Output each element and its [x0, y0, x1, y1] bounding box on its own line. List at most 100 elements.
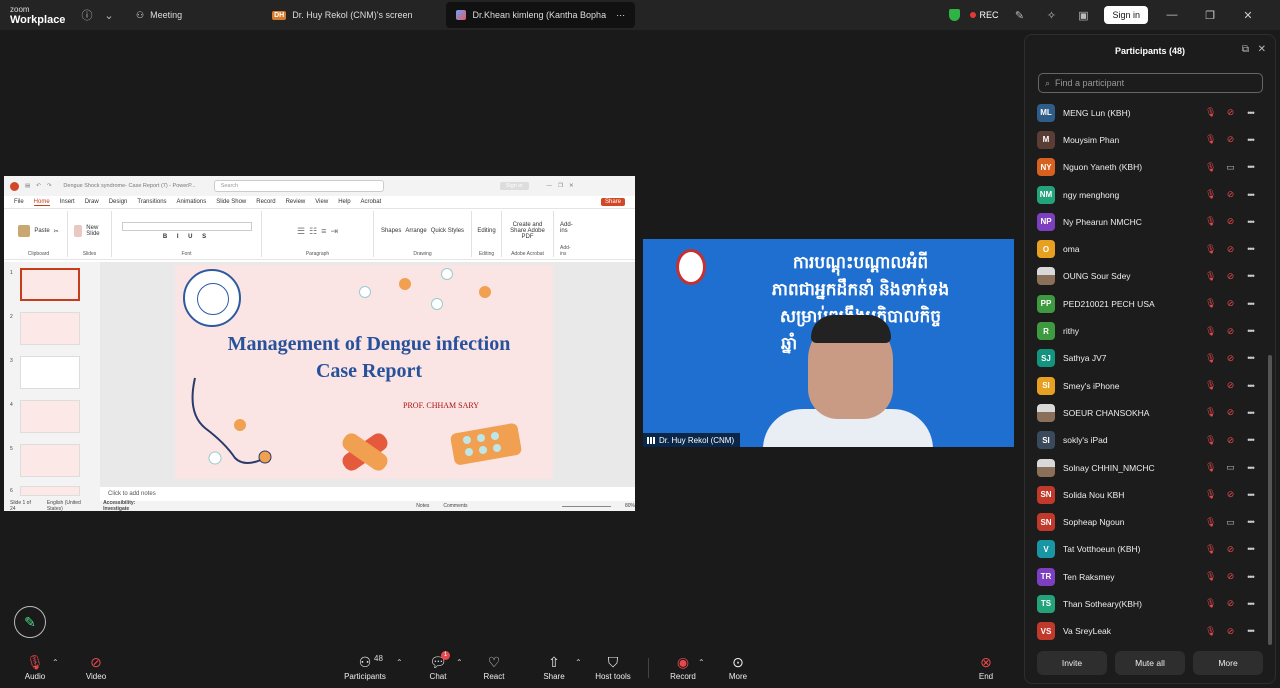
- mute-all-button[interactable]: Mute all: [1115, 651, 1185, 675]
- camera-off-icon[interactable]: ⊘: [1225, 216, 1236, 227]
- record-caret[interactable]: ⌃: [698, 658, 705, 667]
- invite-button[interactable]: Invite: [1037, 651, 1107, 675]
- annotate-pencil-button[interactable]: ✎: [14, 606, 46, 638]
- more-options-icon[interactable]: •••: [1245, 244, 1256, 254]
- more-options-icon[interactable]: •••: [1245, 353, 1256, 363]
- mic-muted-icon[interactable]: 🎙︎: [1205, 598, 1216, 609]
- speaker-video-tile[interactable]: ការបណ្តុះបណ្តាលអំពី ភាពជាអ្នកដឹកនាំ និងទ…: [643, 239, 1014, 447]
- participant-row[interactable]: SI Smey's iPhone 🎙︎ ⊘ •••: [1025, 372, 1271, 399]
- mic-muted-icon[interactable]: 🎙︎: [1205, 298, 1216, 309]
- participant-row[interactable]: TS Than Sotheary(KBH) 🎙︎ ⊘ •••: [1025, 590, 1271, 617]
- audio-options-caret[interactable]: ⌃: [52, 658, 59, 667]
- participant-row[interactable]: SN Solida Nou KBH 🎙︎ ⊘ •••: [1025, 481, 1271, 508]
- mic-muted-icon[interactable]: 🎙︎: [1205, 380, 1216, 391]
- close-icon[interactable]: ✕: [1234, 9, 1262, 22]
- mic-muted-icon[interactable]: 🎙︎: [1205, 189, 1216, 200]
- more-options-icon[interactable]: •••: [1245, 490, 1256, 500]
- sign-in-button[interactable]: Sign in: [1104, 6, 1148, 24]
- camera-off-icon[interactable]: ⊘: [1225, 571, 1236, 582]
- participant-row[interactable]: Ooma 🎙︎ ⊘ •••: [1025, 235, 1271, 262]
- more-button[interactable]: More: [1193, 651, 1263, 675]
- mic-muted-icon[interactable]: 🎙︎: [1205, 244, 1216, 255]
- mic-muted-icon[interactable]: 🎙︎: [1205, 544, 1216, 555]
- participant-row[interactable]: ML MENG Lun (KBH) 🎙︎ ⊘ •••: [1025, 99, 1271, 126]
- mic-muted-icon[interactable]: 🎙︎: [1205, 162, 1216, 173]
- react-button[interactable]: ♡ React: [469, 652, 519, 682]
- more-options-icon[interactable]: •••: [1245, 162, 1256, 172]
- mic-muted-icon[interactable]: 🎙︎: [1205, 626, 1216, 637]
- mic-muted-icon[interactable]: 🎙︎: [1205, 571, 1216, 582]
- participant-row[interactable]: NY Nguon Yaneth (KBH) 🎙︎ ▭ •••: [1025, 154, 1271, 181]
- mic-muted-icon[interactable]: 🎙︎: [1205, 271, 1216, 282]
- more-options-icon[interactable]: •••: [1245, 381, 1256, 391]
- camera-off-icon[interactable]: ⊘: [1225, 489, 1236, 500]
- camera-off-icon[interactable]: ⊘: [1225, 244, 1236, 255]
- mic-muted-icon[interactable]: 🎙︎: [1205, 462, 1216, 473]
- security-shield-icon[interactable]: [949, 9, 961, 21]
- end-meeting-button[interactable]: ⊗ End: [961, 652, 1011, 682]
- camera-off-icon[interactable]: ⊘: [1225, 380, 1236, 391]
- more-options-icon[interactable]: •••: [1245, 408, 1256, 418]
- more-options-icon[interactable]: •••: [1245, 599, 1256, 609]
- camera-off-icon[interactable]: ⊘: [1225, 353, 1236, 364]
- more-options-icon[interactable]: •••: [1245, 544, 1256, 554]
- camera-off-icon[interactable]: ⊘: [1225, 134, 1236, 145]
- mic-muted-icon[interactable]: 🎙︎: [1205, 326, 1216, 337]
- mic-muted-icon[interactable]: 🎙︎: [1205, 517, 1216, 528]
- tab-shared-screen[interactable]: DH Dr. Huy Rekol (CNM)'s screen: [262, 2, 422, 28]
- mic-muted-icon[interactable]: 🎙︎: [1205, 216, 1216, 227]
- more-options-icon[interactable]: •••: [1245, 135, 1256, 145]
- participant-row[interactable]: SI sokly's iPad 🎙︎ ⊘ •••: [1025, 427, 1271, 454]
- chat-caret[interactable]: ⌃: [456, 658, 463, 667]
- share-caret[interactable]: ⌃: [575, 658, 582, 667]
- mic-muted-icon[interactable]: 🎙︎: [1205, 435, 1216, 446]
- close-panel-icon[interactable]: ✕: [1258, 44, 1266, 55]
- camera-off-icon[interactable]: ⊘: [1225, 626, 1236, 637]
- mic-muted-icon[interactable]: 🎙︎: [1205, 134, 1216, 145]
- restore-icon[interactable]: ❐: [1196, 9, 1224, 22]
- participant-row[interactable]: SJ Sathya JV7 🎙︎ ⊘ •••: [1025, 345, 1271, 372]
- camera-off-icon[interactable]: ⊘: [1225, 298, 1236, 309]
- camera-on-icon[interactable]: ▭: [1225, 162, 1236, 173]
- more-options-icon[interactable]: •••: [1245, 190, 1256, 200]
- participant-search-input[interactable]: ⌕ Find a participant: [1038, 73, 1263, 93]
- mic-muted-icon[interactable]: 🎙︎: [1205, 407, 1216, 418]
- shared-screen-powerpoint[interactable]: ▤ ↶ ↷ Dengue Shock syndrome- Case Report…: [4, 176, 635, 511]
- chevron-down-icon[interactable]: ⌄: [98, 9, 120, 22]
- tab-speaker[interactable]: Dr.Khean kimleng (Kantha Bopha ⋯: [446, 2, 636, 28]
- participant-row[interactable]: M Mouysim Phan 🎙︎ ⊘ •••: [1025, 126, 1271, 153]
- more-toolbar-button[interactable]: ⊙ More: [713, 652, 763, 682]
- participant-row[interactable]: Solnay CHHIN_NMCHC 🎙︎ ▭ •••: [1025, 454, 1271, 481]
- camera-off-icon[interactable]: ⊘: [1225, 326, 1236, 337]
- pop-out-icon[interactable]: ⧉: [1242, 44, 1249, 55]
- more-options-icon[interactable]: •••: [1245, 326, 1256, 336]
- layout-view-icon[interactable]: ▣: [1072, 9, 1094, 22]
- camera-on-icon[interactable]: ▭: [1225, 517, 1236, 528]
- share-button[interactable]: ⇧ Share: [529, 652, 579, 682]
- participant-row[interactable]: NP Ny Phearun NMCHC 🎙︎ ⊘ •••: [1025, 208, 1271, 235]
- annotate-pen-icon[interactable]: ✎: [1008, 9, 1030, 22]
- camera-off-icon[interactable]: ⊘: [1225, 189, 1236, 200]
- camera-off-icon[interactable]: ⊘: [1225, 435, 1236, 446]
- participants-button[interactable]: ⚇ 48 Participants: [340, 652, 390, 682]
- more-options-icon[interactable]: •••: [1245, 517, 1256, 527]
- participant-row[interactable]: OUNG Sour Sdey 🎙︎ ⊘ •••: [1025, 263, 1271, 290]
- camera-off-icon[interactable]: ⊘: [1225, 107, 1236, 118]
- more-options-icon[interactable]: •••: [1245, 108, 1256, 118]
- camera-off-icon[interactable]: ⊘: [1225, 544, 1236, 555]
- camera-off-icon[interactable]: ⊘: [1225, 271, 1236, 282]
- video-button[interactable]: ⊘ Video: [71, 652, 121, 682]
- participants-caret[interactable]: ⌃: [396, 658, 403, 667]
- participant-row[interactable]: PP PED210021 PECH USA 🎙︎ ⊘ •••: [1025, 290, 1271, 317]
- host-tools-button[interactable]: ⛉ Host tools: [588, 652, 638, 682]
- info-icon[interactable]: ⓘ: [76, 7, 98, 23]
- participant-row[interactable]: VS Va SreyLeak 🎙︎ ⊘ •••: [1025, 618, 1271, 645]
- mic-muted-icon[interactable]: 🎙︎: [1205, 353, 1216, 364]
- more-options-icon[interactable]: •••: [1245, 299, 1256, 309]
- camera-on-icon[interactable]: ▭: [1225, 462, 1236, 473]
- more-options-icon[interactable]: •••: [1245, 463, 1256, 473]
- participant-row[interactable]: Rrithy 🎙︎ ⊘ •••: [1025, 317, 1271, 344]
- mic-muted-icon[interactable]: 🎙︎: [1205, 107, 1216, 118]
- more-options-icon[interactable]: ⋯: [616, 10, 625, 21]
- participants-scrollbar[interactable]: [1268, 355, 1272, 645]
